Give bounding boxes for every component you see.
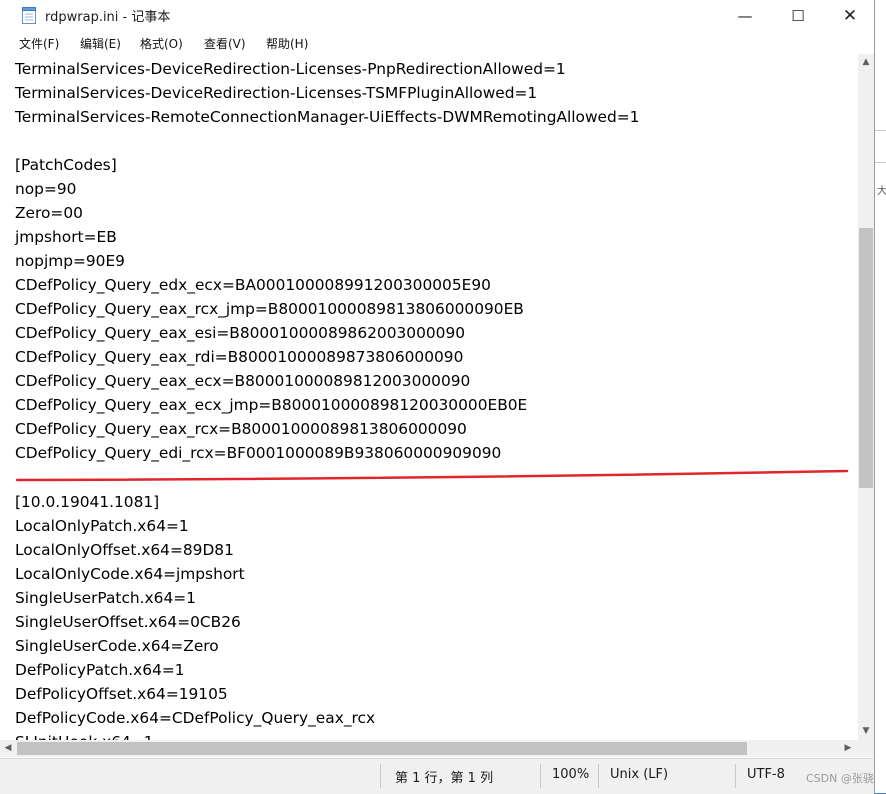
window-title: rdpwrap.ini - 记事本 <box>45 10 171 25</box>
edge-divider <box>875 130 886 131</box>
zoom-level: 100% <box>552 767 590 782</box>
scrollbar-corner <box>858 740 874 757</box>
scroll-right-arrow-icon[interactable]: ▶ <box>840 740 856 757</box>
vertical-scrollbar[interactable]: ▲ ▼ <box>858 54 874 740</box>
scroll-up-arrow-icon[interactable]: ▲ <box>858 54 874 71</box>
status-separator <box>598 764 599 788</box>
notepad-icon <box>22 7 36 24</box>
maximize-button[interactable]: ☐ <box>775 0 821 32</box>
minimize-button[interactable]: — <box>722 0 768 32</box>
menu-view[interactable]: 查看(V) <box>204 35 246 52</box>
horizontal-scrollbar[interactable]: ◀ ▶ <box>0 740 858 757</box>
edge-divider <box>875 162 886 163</box>
notepad-window: rdpwrap.ini - 记事本 — ☐ ✕ 文件(F) 编辑(E) 格式(O… <box>0 0 875 794</box>
horizontal-scroll-thumb[interactable] <box>17 742 747 755</box>
red-underline-annotation <box>15 469 849 482</box>
vertical-scroll-thumb[interactable] <box>859 228 873 488</box>
line-ending: Unix (LF) <box>610 767 669 782</box>
menu-edit[interactable]: 编辑(E) <box>80 35 121 52</box>
title-bar[interactable]: rdpwrap.ini - 记事本 — ☐ ✕ <box>0 0 874 32</box>
status-separator <box>540 764 541 788</box>
menu-help[interactable]: 帮助(H) <box>266 35 308 52</box>
text-editor[interactable]: TerminalServices-DeviceRedirection-Licen… <box>0 54 858 740</box>
scroll-down-arrow-icon[interactable]: ▼ <box>858 723 874 740</box>
menu-format[interactable]: 格式(O) <box>140 35 183 52</box>
background-window-glyph: 大 <box>877 186 886 197</box>
status-separator <box>735 764 736 788</box>
scroll-left-arrow-icon[interactable]: ◀ <box>0 740 16 757</box>
background-window-edge <box>875 0 886 793</box>
cursor-position: 第 1 行，第 1 列 <box>395 771 494 786</box>
watermark: CSDN @张骁 <box>806 772 874 785</box>
menu-bar: 文件(F) 编辑(E) 格式(O) 查看(V) 帮助(H) <box>0 32 874 54</box>
status-bar: 第 1 行，第 1 列 100% Unix (LF) UTF-8 <box>0 758 874 794</box>
menu-file[interactable]: 文件(F) <box>19 35 59 52</box>
encoding: UTF-8 <box>747 767 785 782</box>
close-button[interactable]: ✕ <box>827 0 873 32</box>
status-separator <box>380 764 381 788</box>
